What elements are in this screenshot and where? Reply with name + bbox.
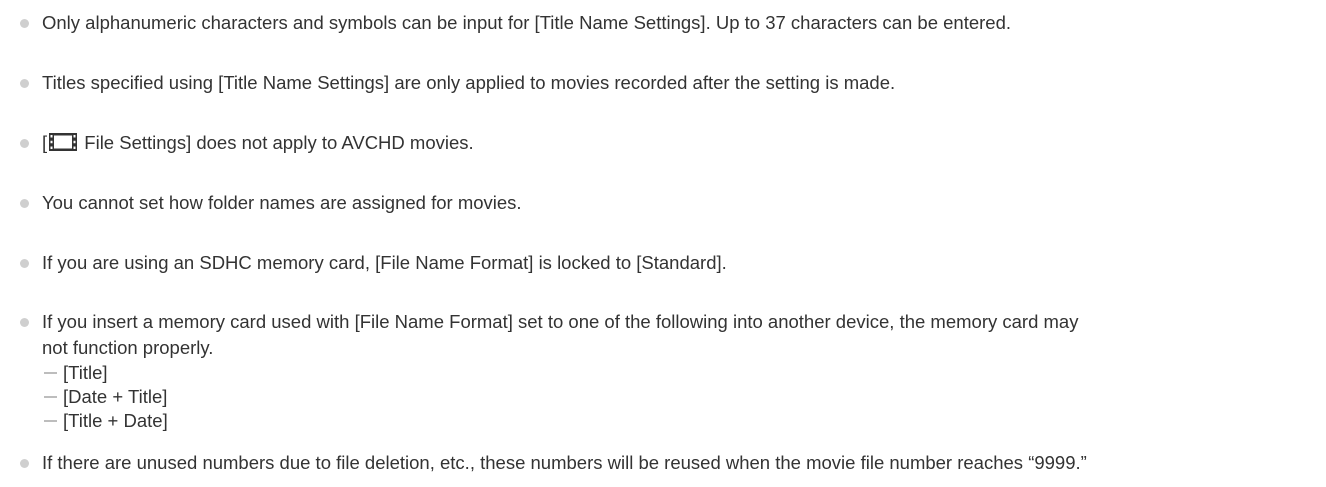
note-item: If you are using an SDHC memory card, [F… bbox=[20, 250, 1326, 276]
note-text: Titles specified using [Title Name Setti… bbox=[42, 72, 896, 93]
bullet-icon bbox=[20, 199, 29, 208]
note-text: [ File Settings] does not apply to AVCHD… bbox=[42, 130, 1326, 156]
sub-list-item-label: [Title + Date] bbox=[63, 410, 168, 431]
dash-icon bbox=[44, 396, 57, 398]
note-text-line-1: If you insert a memory card used with [F… bbox=[42, 311, 1079, 332]
note-item: Only alphanumeric characters and symbols… bbox=[20, 10, 1326, 36]
bullet-icon bbox=[20, 318, 29, 327]
note-item: If you insert a memory card used with [F… bbox=[20, 309, 1326, 433]
sub-list-item-label: [Date + Title] bbox=[63, 386, 168, 407]
note-item: If there are unused numbers due to file … bbox=[20, 450, 1326, 476]
bullet-icon bbox=[20, 19, 29, 28]
bullet-icon bbox=[20, 139, 29, 148]
bullet-icon bbox=[20, 79, 29, 88]
sub-list-item: [Title] bbox=[42, 361, 1326, 385]
dash-icon bbox=[44, 420, 57, 422]
note-suffix: File Settings] does not apply to AVCHD m… bbox=[79, 132, 474, 153]
note-item: Titles specified using [Title Name Setti… bbox=[20, 70, 1326, 96]
sub-list-item: [Title + Date] bbox=[42, 409, 1326, 433]
note-text: If there are unused numbers due to file … bbox=[42, 452, 1087, 473]
note-text-line-2: not function properly. bbox=[42, 337, 214, 358]
note-text: Only alphanumeric characters and symbols… bbox=[42, 12, 1012, 33]
sub-list-item-label: [Title] bbox=[63, 362, 108, 383]
note-prefix: [ bbox=[42, 132, 48, 153]
bullet-icon bbox=[20, 459, 29, 468]
sub-list-item: [Date + Title] bbox=[42, 385, 1326, 409]
note-item: You cannot set how folder names are assi… bbox=[20, 190, 1326, 216]
note-text: If you are using an SDHC memory card, [F… bbox=[42, 252, 727, 273]
film-icon bbox=[49, 133, 78, 151]
note-item: [ File Settings] does not apply to AVCHD… bbox=[20, 130, 1326, 156]
bullet-icon bbox=[20, 259, 29, 268]
sub-list: [Title] [Date + Title] [Title + Date] bbox=[42, 361, 1326, 433]
dash-icon bbox=[44, 372, 57, 374]
note-text: You cannot set how folder names are assi… bbox=[42, 192, 522, 213]
